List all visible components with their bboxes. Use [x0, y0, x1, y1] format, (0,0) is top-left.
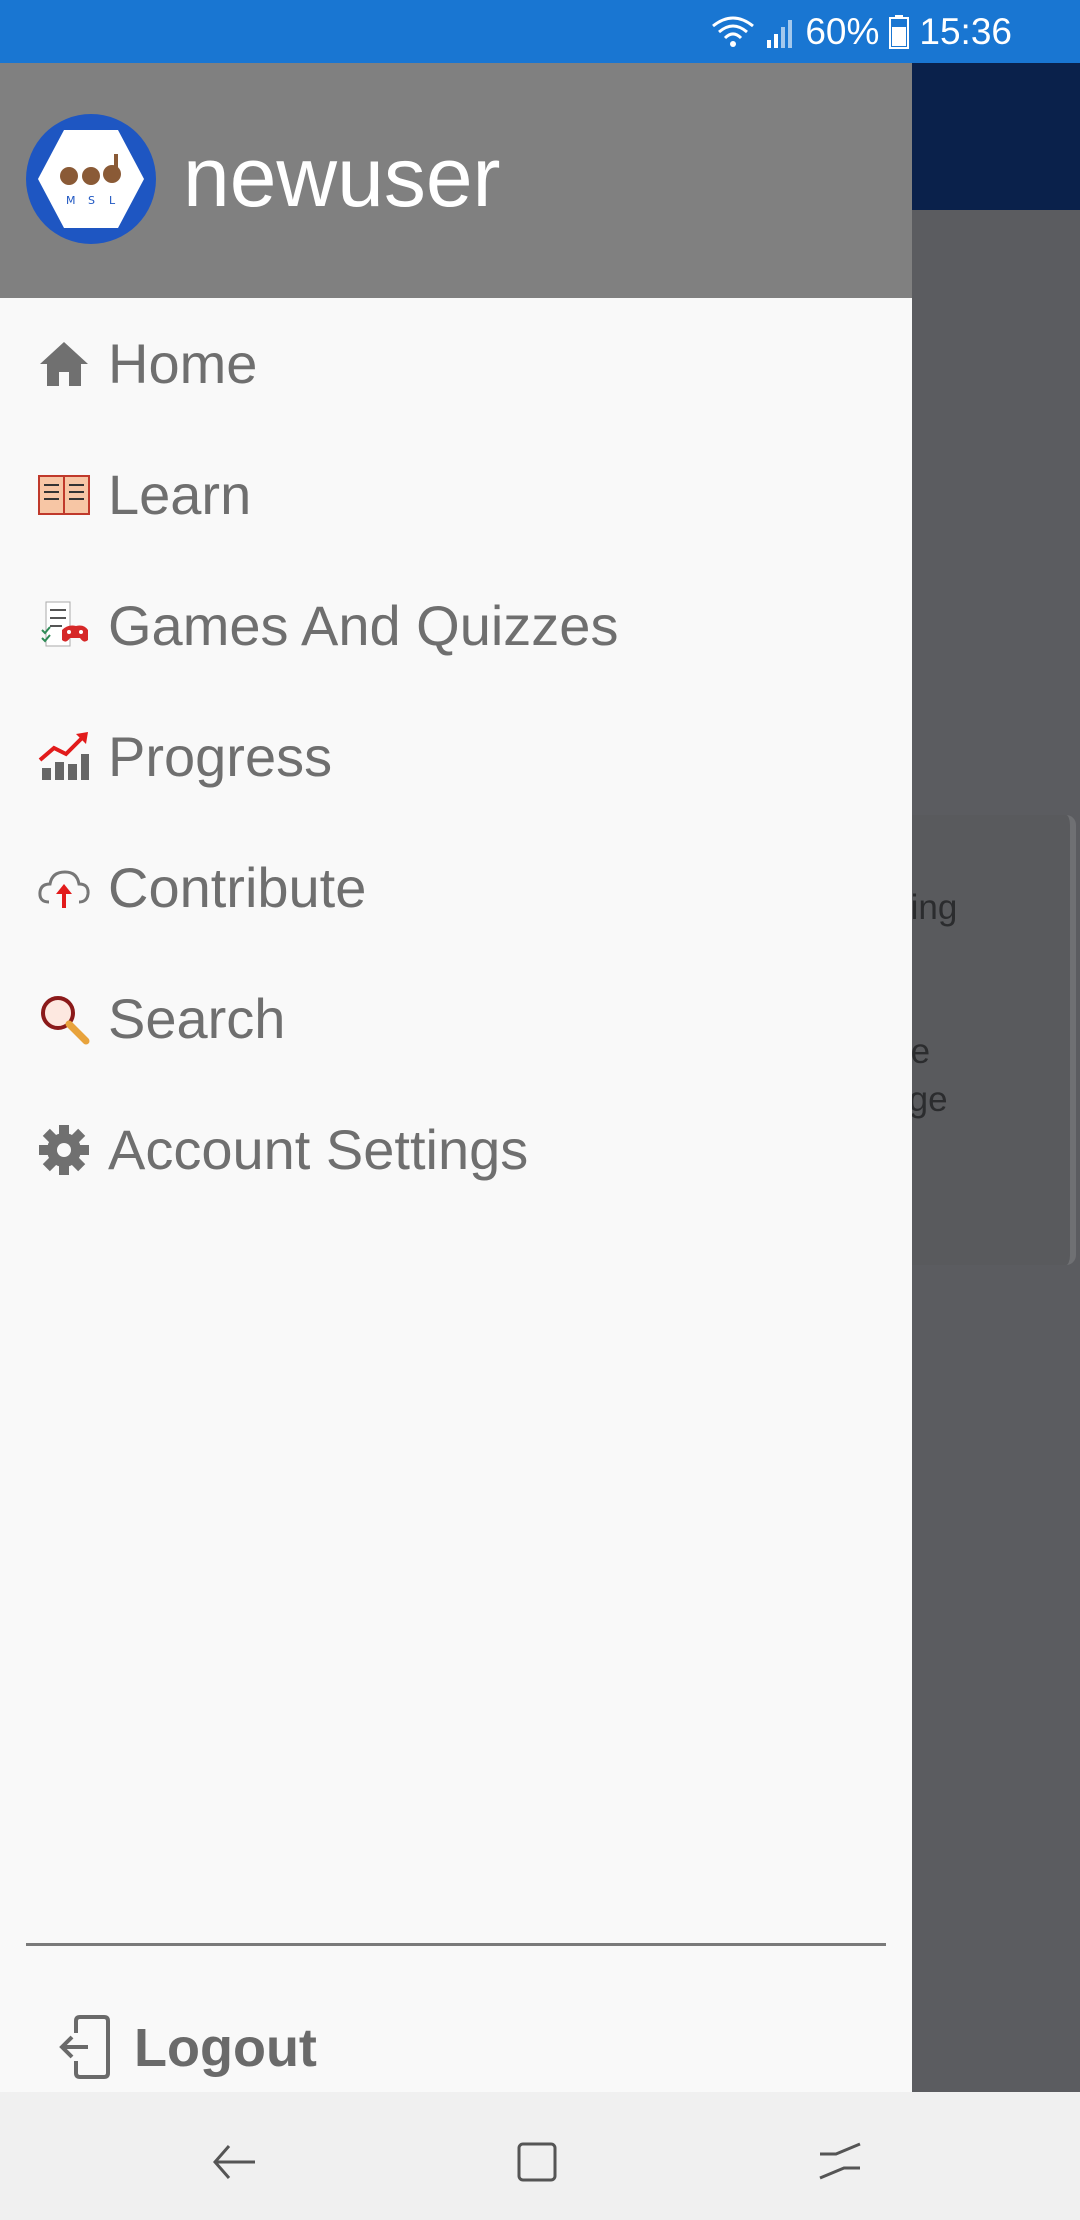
svg-text:L: L [109, 194, 116, 207]
menu-item-label: Games And Quizzes [108, 594, 619, 657]
home-icon [37, 337, 91, 391]
menu-item-account-settings[interactable]: Account Settings [0, 1084, 912, 1215]
username: newuser [183, 130, 501, 224]
drawer-menu: Home Learn Games And Quizzes Progress Co… [0, 298, 912, 1215]
navigation-drawer: M S L newuser Home Learn Games And Quizz… [0, 63, 912, 2092]
home-button[interactable] [507, 2132, 567, 2192]
gear-icon [37, 1123, 91, 1177]
wifi-icon [711, 14, 755, 50]
menu-item-label: Home [108, 332, 258, 395]
menu-item-learn[interactable]: Learn [0, 429, 912, 560]
cloud-upload-icon [37, 861, 91, 915]
app-logo-avatar: M S L [26, 114, 156, 244]
svg-text:M: M [66, 194, 76, 207]
menu-item-contribute[interactable]: Contribute [0, 822, 912, 953]
menu-item-search[interactable]: Search [0, 953, 912, 1084]
menu-item-label: Progress [108, 725, 333, 788]
battery-icon [889, 14, 910, 49]
book-icon [37, 468, 91, 522]
back-button[interactable] [205, 2132, 265, 2192]
recent-apps-button[interactable] [810, 2132, 870, 2192]
battery-percent: 60% [805, 10, 880, 52]
menu-item-label: Contribute [108, 856, 367, 919]
status-bar: 60% 15:36 [0, 0, 1080, 63]
menu-item-progress[interactable]: Progress [0, 691, 912, 822]
msl-logo-icon: M S L [38, 130, 144, 228]
menu-item-label: Learn [108, 463, 252, 526]
menu-item-label: Account Settings [108, 1118, 529, 1181]
logout-label: Logout [134, 2018, 317, 2078]
menu-item-home[interactable]: Home [0, 298, 912, 429]
clock: 15:36 [919, 10, 1012, 52]
system-nav-bar [0, 2092, 1080, 2220]
search-icon [37, 992, 91, 1046]
svg-text:S: S [88, 194, 95, 207]
logout-divider [26, 1943, 886, 1946]
signal-icon [765, 16, 795, 48]
drawer-header: M S L newuser [0, 63, 912, 298]
menu-item-games-and-quizzes[interactable]: Games And Quizzes [0, 560, 912, 691]
logout-icon [58, 2011, 112, 2083]
menu-item-label: Search [108, 987, 286, 1050]
progress-chart-icon [37, 730, 91, 784]
games-quiz-icon [37, 599, 91, 653]
